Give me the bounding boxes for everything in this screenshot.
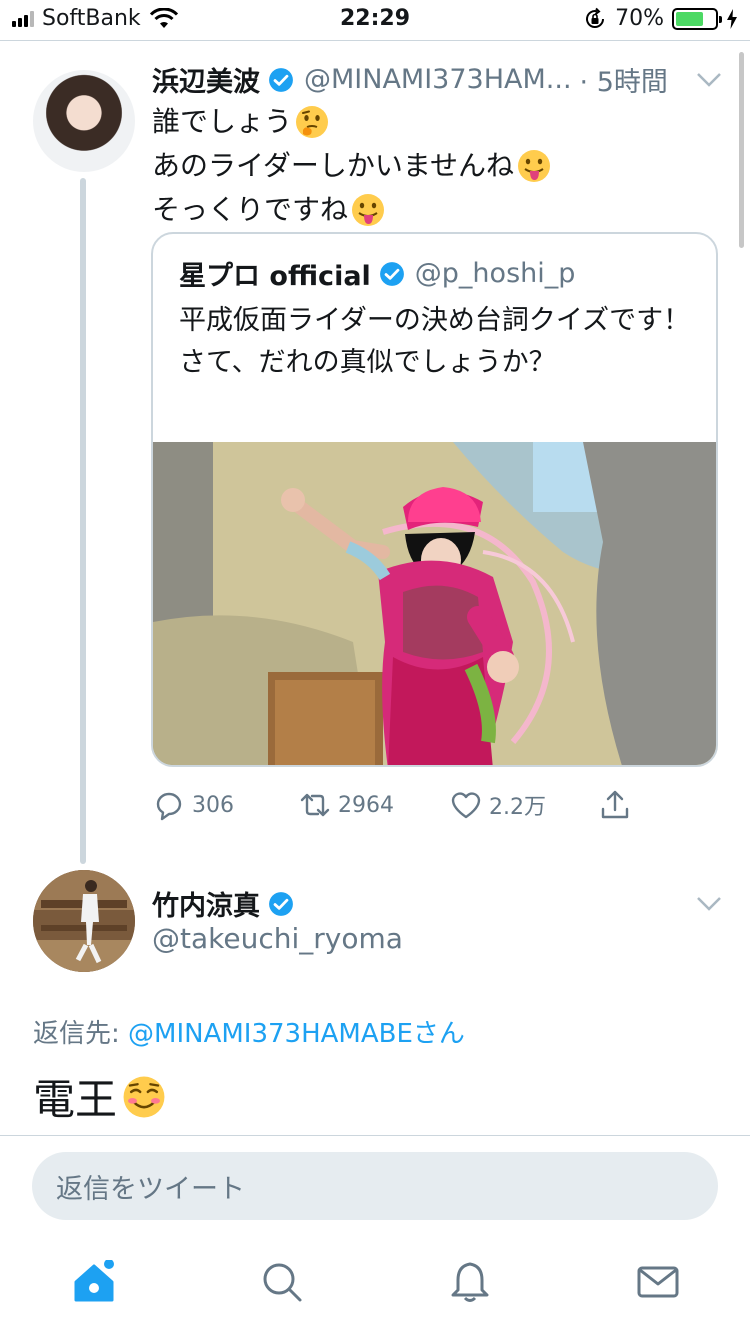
reply-input[interactable]: 返信をツイート	[32, 1152, 718, 1220]
tweet-line-text: 誰でしょう	[152, 105, 293, 138]
notifications-icon[interactable]	[448, 1260, 492, 1304]
tab-bar	[0, 1240, 750, 1334]
tweet-line-text: そっくりですね	[152, 193, 349, 226]
tongue-out-emoji-icon	[518, 150, 551, 182]
reply-button[interactable]: 306	[152, 788, 234, 822]
reply-header: 竹内涼真	[152, 884, 304, 923]
retweet-button[interactable]: 2964	[298, 788, 394, 822]
reply-text-content: 電王	[33, 1075, 118, 1124]
tongue-out-emoji-icon	[352, 194, 385, 226]
avatar[interactable]	[33, 70, 135, 172]
chevron-down-icon[interactable]	[696, 72, 722, 88]
tweet-line: そっくりですね	[152, 188, 552, 232]
search-icon[interactable]	[260, 1260, 304, 1304]
home-icon[interactable]	[72, 1260, 116, 1304]
reply-input-placeholder: 返信をツイート	[56, 1173, 245, 1205]
verified-badge-icon	[269, 891, 293, 916]
tweet-header: 浜辺美波 @MINAMI373HAM... · 5時間	[152, 60, 668, 99]
charging-icon	[727, 8, 737, 29]
author-handle[interactable]: @MINAMI373HAM...	[304, 64, 572, 95]
retweet-icon	[300, 793, 330, 817]
thread-line	[80, 178, 86, 864]
battery-percent: 70%	[615, 6, 664, 31]
quoted-tweet-image[interactable]	[153, 442, 718, 767]
quoted-tweet-header: 星プロ official @p_hoshi_p	[179, 254, 575, 293]
verified-badge-icon	[269, 67, 293, 92]
quoted-author-handle: @p_hoshi_p	[414, 258, 576, 289]
verified-badge-icon	[379, 261, 404, 286]
status-right: 70%	[583, 6, 738, 31]
tweet-line: あのライダーしかいませんね	[152, 144, 552, 188]
thinking-face-emoji-icon	[296, 106, 329, 138]
author-handle[interactable]: @takeuchi_ryoma	[152, 922, 403, 955]
quoted-tweet-text: 平成仮面ライダーの決め台詞クイズです！ さて、だれの真似でしょうか？	[179, 305, 691, 378]
replying-to-label: 返信先:	[33, 1019, 129, 1049]
share-icon	[601, 790, 629, 819]
retweet-count: 2964	[338, 792, 394, 818]
avatar[interactable]	[33, 870, 135, 972]
status-divider	[0, 40, 750, 41]
tweet-text: 誰でしょう あのライダーしかいませんね そっくりですね	[152, 100, 552, 232]
like-button[interactable]: 2.2万	[449, 788, 546, 822]
share-button[interactable]	[598, 788, 632, 822]
tweet-actions: 306 2964 2.2万	[152, 788, 652, 830]
mention-link[interactable]: @MINAMI373HAMABEさん	[128, 1019, 465, 1049]
reply-text: 電王	[33, 1066, 167, 1127]
heart-icon	[451, 792, 481, 819]
reply-count: 306	[192, 792, 234, 818]
quoted-tweet-card[interactable]: 星プロ official @p_hoshi_p 平成仮面ライダーの決め台詞クイズ…	[151, 232, 718, 767]
status-bar: SoftBank 22:29 70%	[0, 0, 750, 40]
quoted-author-name: 星プロ official	[179, 261, 371, 292]
replying-to: 返信先: @MINAMI373HAMABEさん	[33, 1013, 465, 1050]
divider	[0, 1135, 750, 1136]
tweet-time: · 5時間	[579, 67, 668, 98]
smiling-face-emoji-icon	[123, 1076, 165, 1117]
author-name[interactable]: 竹内涼真	[152, 884, 260, 923]
avatar-photo	[33, 870, 135, 972]
like-count: 2.2万	[489, 795, 546, 820]
chevron-down-icon[interactable]	[696, 896, 722, 912]
tweet-line-text: あのライダーしかいませんね	[152, 149, 515, 182]
reply-icon	[156, 792, 182, 821]
battery-icon	[672, 7, 722, 30]
rotation-lock-icon	[586, 7, 605, 28]
tweet-line: 誰でしょう	[152, 100, 552, 144]
scrollbar[interactable]	[739, 52, 744, 248]
author-name[interactable]: 浜辺美波	[152, 60, 260, 99]
messages-icon[interactable]	[636, 1260, 680, 1304]
